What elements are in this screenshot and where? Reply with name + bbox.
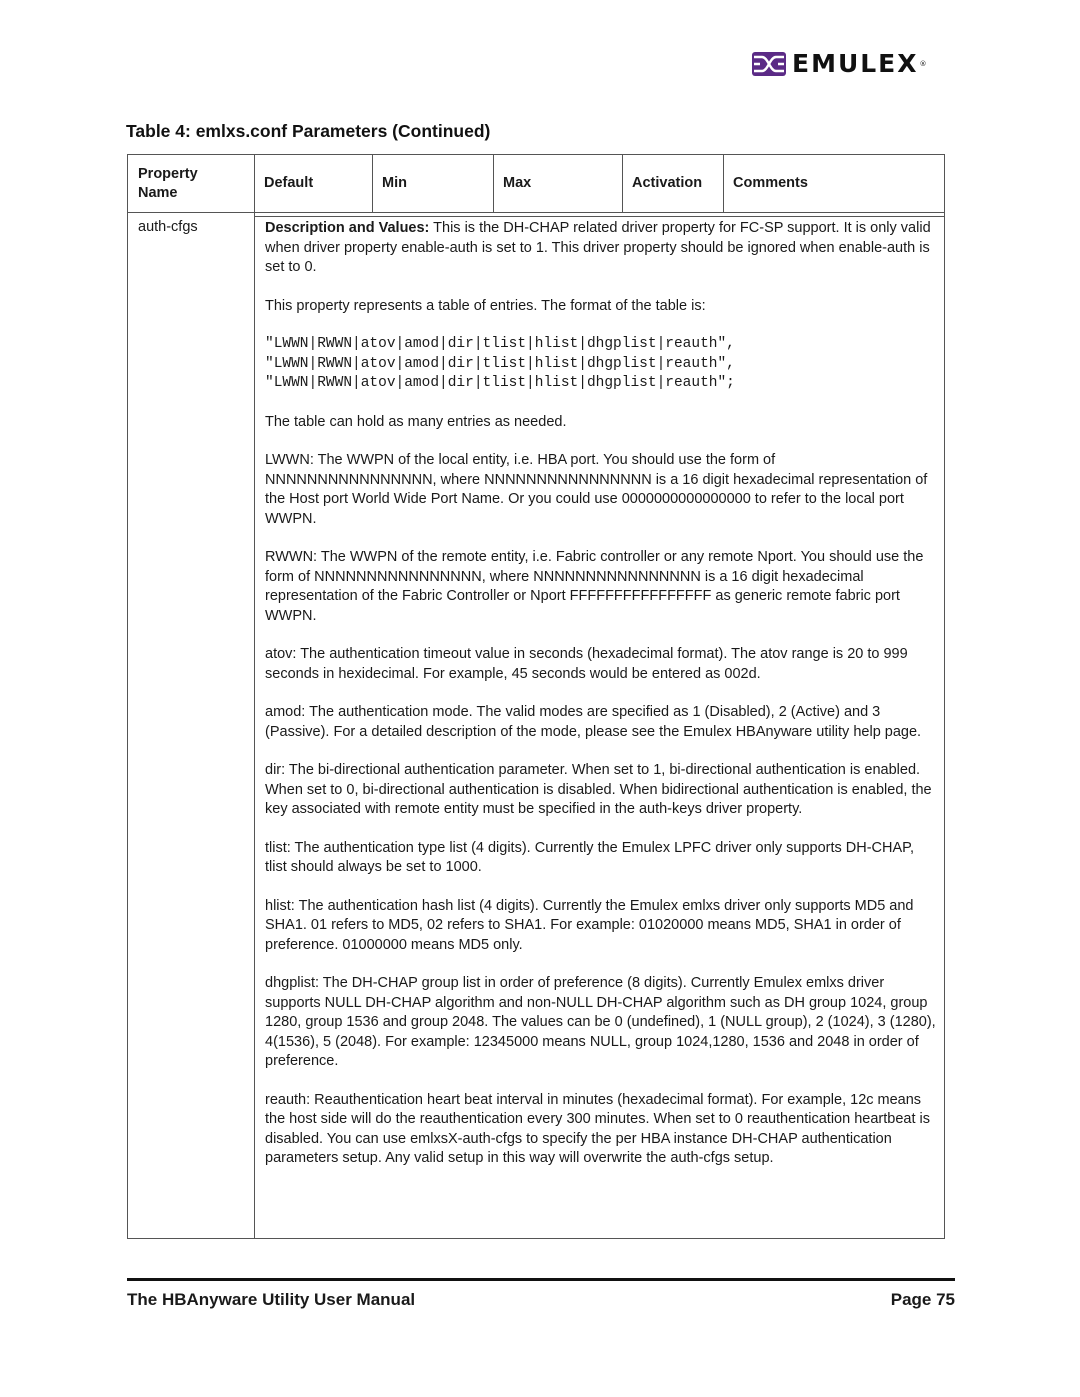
column-header-property-name: Property Name (128, 155, 254, 212)
field-dir: dir: The bi-directional authentication p… (265, 762, 932, 817)
parameters-table: Property Name Default Min Max Activation … (127, 154, 945, 1239)
column-header-activation: Activation (632, 175, 703, 191)
emulex-logo: EMULEX® (752, 49, 929, 78)
field-tlist: tlist: The authentication type list (4 d… (265, 839, 915, 876)
table-header-row: Property Name Default Min Max Activation … (128, 155, 944, 213)
field-dhgplist: dhgplist: The DH-CHAP group list in orde… (265, 975, 936, 1069)
footer-rule (127, 1278, 955, 1281)
field-reauth: reauth: Reauthentication heart beat inte… (265, 1091, 930, 1167)
field-hlist: hlist: The authentication hash list (4 d… (265, 897, 914, 953)
property-name-cell: auth-cfgs (138, 219, 198, 235)
entries-note: The table can hold as many entries as ne… (265, 413, 567, 430)
format-line: "LWWN|RWWN|atov|amod|dir|tlist|hlist|dhg… (265, 355, 735, 372)
emulex-logo-text: EMULEX® (792, 49, 929, 78)
header-double-rule (254, 216, 944, 217)
format-code-block: "LWWN|RWWN|atov|amod|dir|tlist|hlist|dhg… (265, 335, 937, 394)
format-line: "LWWN|RWWN|atov|amod|dir|tlist|hlist|dhg… (265, 336, 735, 352)
column-divider (254, 155, 255, 1238)
table-title: Table 4: emlxs.conf Parameters (Continue… (126, 121, 491, 141)
column-divider (723, 155, 724, 212)
description-intro: Description and Values: This is the DH-C… (265, 219, 937, 278)
format-line: "LWWN|RWWN|atov|amod|dir|tlist|hlist|dhg… (265, 375, 735, 391)
column-header-comments: Comments (733, 175, 808, 191)
column-divider (622, 155, 623, 212)
emulex-logo-icon (752, 52, 786, 76)
field-lwwn: LWWN: The WWPN of the local entity, i.e.… (265, 452, 928, 527)
column-header-property-line: Property (138, 165, 198, 182)
footer-manual-title: The HBAnyware Utility User Manual (127, 1290, 416, 1309)
description-cell: Description and Values: This is the DH-C… (265, 219, 937, 1188)
column-header-max: Max (503, 175, 532, 191)
field-amod: amod: The authentication mode. The valid… (265, 704, 922, 740)
column-header-name-line: Name (138, 184, 178, 201)
field-atov: atov: The authentication timeout value i… (265, 646, 908, 682)
logo-wordmark: EMULEX (792, 49, 919, 78)
column-header-min: Min (382, 175, 407, 191)
footer-page-number: Page 75 (890, 1290, 955, 1309)
column-header-default: Default (264, 175, 314, 191)
format-intro: This property represents a table of entr… (265, 297, 706, 314)
field-rwwn: RWWN: The WWPN of the remote entity, i.e… (265, 549, 924, 624)
description-label: Description and Values: (265, 220, 430, 236)
registered-mark: ® (919, 60, 929, 68)
column-divider (372, 155, 373, 212)
column-divider (493, 155, 494, 212)
